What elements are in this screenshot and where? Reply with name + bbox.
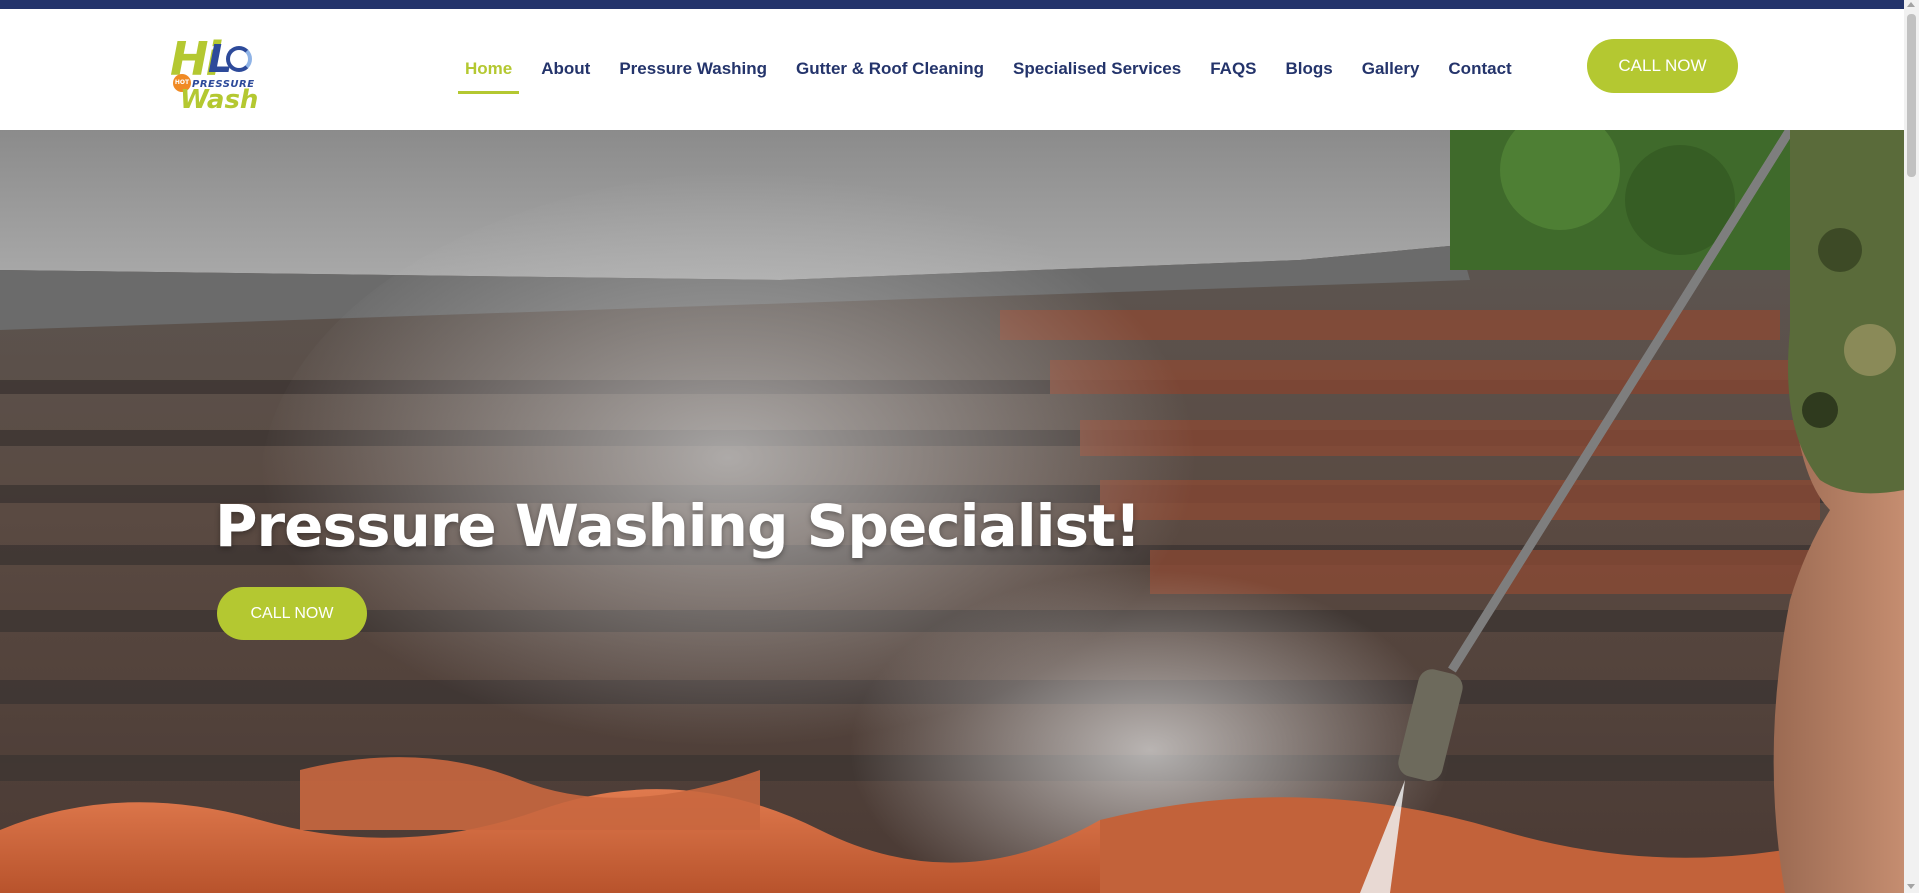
scroll-up-arrow-icon[interactable] — [1907, 2, 1915, 7]
main-navigation: Home About Pressure Washing Gutter & Roo… — [458, 59, 1534, 99]
header-call-now-button[interactable]: CALL NOW — [1587, 39, 1738, 93]
nav-item-gallery[interactable]: Gallery — [1355, 59, 1427, 99]
nav-item-specialised-services[interactable]: Specialised Services — [1006, 59, 1188, 99]
site-header: Hi L HOT PRESSURE Wash Home About Pressu… — [0, 9, 1904, 130]
logo-swirl-icon — [226, 46, 252, 72]
hero-call-now-button[interactable]: CALL NOW — [217, 587, 367, 640]
nav-item-contact[interactable]: Contact — [1441, 59, 1518, 99]
page: Hi L HOT PRESSURE Wash Home About Pressu… — [0, 0, 1904, 893]
page-scrollbar[interactable] — [1904, 0, 1919, 893]
scrollbar-thumb[interactable] — [1907, 14, 1916, 177]
hero-title: Pressure Washing Specialist! — [215, 492, 1141, 560]
top-accent-bar — [0, 0, 1904, 9]
nav-item-home[interactable]: Home — [458, 59, 520, 99]
nav-item-pressure-washing[interactable]: Pressure Washing — [612, 59, 774, 99]
scroll-down-arrow-icon[interactable] — [1907, 884, 1915, 889]
site-logo[interactable]: Hi L HOT PRESSURE Wash — [168, 36, 258, 116]
nav-item-about[interactable]: About — [534, 59, 597, 99]
nav-item-faqs[interactable]: FAQS — [1203, 59, 1263, 99]
nav-item-blogs[interactable]: Blogs — [1279, 59, 1340, 99]
hero-banner: Pressure Washing Specialist! CALL NOW — [0, 130, 1904, 893]
nav-item-gutter-roof-cleaning[interactable]: Gutter & Roof Cleaning — [789, 59, 991, 99]
logo-wash-text: Wash — [180, 85, 259, 115]
